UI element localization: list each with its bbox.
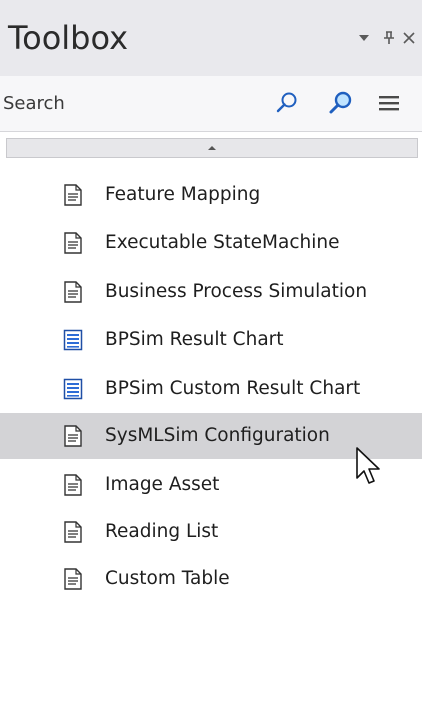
- list-item-custom-table[interactable]: Custom Table: [0, 556, 422, 602]
- pin-button[interactable]: [378, 27, 400, 49]
- item-label: Feature Mapping: [105, 184, 261, 205]
- item-label: SysMLSim Configuration: [105, 425, 330, 446]
- item-label: BPSim Result Chart: [105, 329, 284, 350]
- pin-icon: [384, 31, 394, 44]
- chart-document-icon: [63, 378, 83, 400]
- list-item-sysmlsim-configuration[interactable]: SysMLSim Configuration: [0, 413, 422, 459]
- list-item-bpsim-result-chart[interactable]: BPSim Result Chart: [0, 317, 422, 363]
- document-icon: [64, 521, 82, 543]
- search-icon: [276, 92, 297, 113]
- menu-button[interactable]: [374, 88, 404, 118]
- item-label: BPSim Custom Result Chart: [105, 378, 361, 399]
- title-bar: Toolbox: [0, 0, 422, 76]
- list-item-image-asset[interactable]: Image Asset: [0, 462, 422, 508]
- document-icon: [64, 474, 82, 496]
- document-icon: [64, 232, 82, 254]
- item-label: Reading List: [105, 521, 219, 542]
- search-button[interactable]: [272, 88, 302, 118]
- close-icon: [403, 32, 415, 44]
- list-item-business-process-simulation[interactable]: Business Process Simulation: [0, 269, 422, 315]
- chevron-down-icon: [359, 35, 369, 41]
- toolbox-panel: Toolbox Search Feature Mapping Executabl…: [0, 0, 422, 701]
- list-item-bpsim-custom-result-chart[interactable]: BPSim Custom Result Chart: [0, 366, 422, 412]
- search-bar: [0, 76, 422, 132]
- find-button[interactable]: [326, 88, 356, 118]
- item-label: Custom Table: [105, 568, 230, 589]
- scroll-up-button[interactable]: [6, 138, 418, 158]
- list-item-reading-list[interactable]: Reading List: [0, 509, 422, 555]
- list-item-executable-statemachine[interactable]: Executable StateMachine: [0, 220, 422, 266]
- list-item-feature-mapping[interactable]: Feature Mapping: [0, 172, 422, 218]
- document-icon: [64, 281, 82, 303]
- search-input[interactable]: [3, 86, 303, 120]
- find-icon: [329, 91, 352, 114]
- panel-options-button[interactable]: [353, 27, 375, 49]
- item-label: Image Asset: [105, 474, 220, 495]
- document-icon: [64, 425, 82, 447]
- menu-icon: [379, 96, 399, 111]
- item-label: Business Process Simulation: [105, 281, 368, 302]
- item-label: Executable StateMachine: [105, 232, 340, 253]
- scroll-up-icon: [208, 146, 216, 150]
- document-icon: [64, 184, 82, 206]
- chart-document-icon: [63, 329, 83, 351]
- close-button[interactable]: [398, 27, 420, 49]
- panel-title: Toolbox: [8, 19, 128, 57]
- document-icon: [64, 568, 82, 590]
